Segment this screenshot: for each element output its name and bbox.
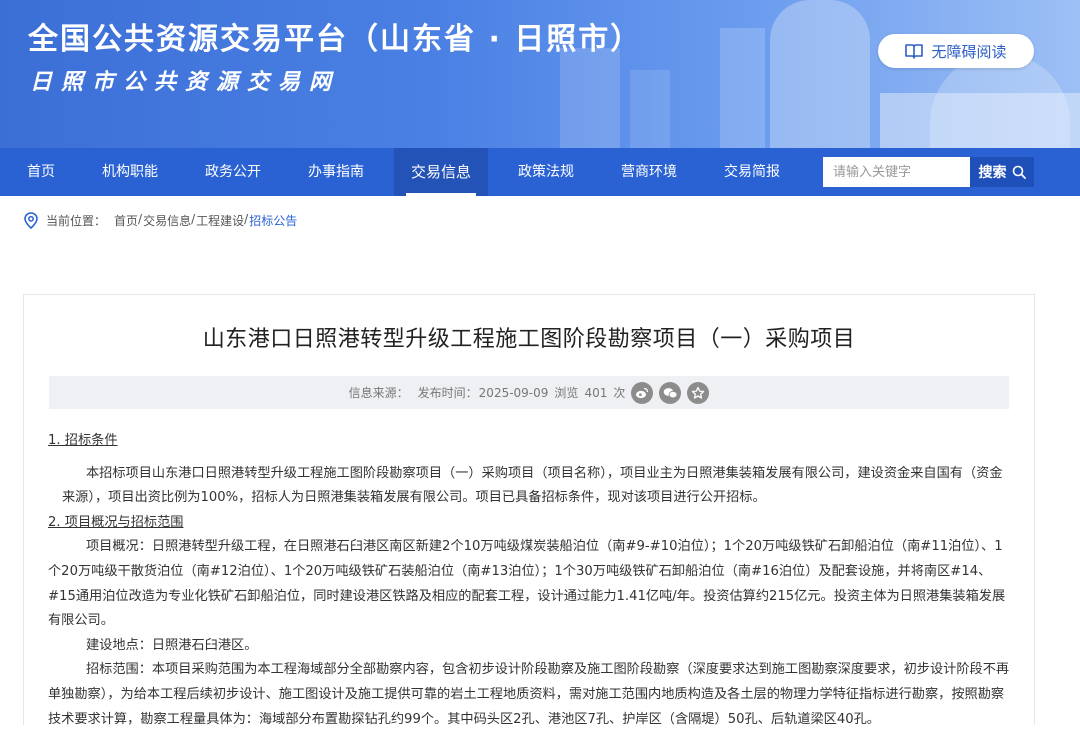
nav-item[interactable]: 首页 (10, 148, 72, 196)
views-label: 浏览 (554, 386, 579, 400)
publish-date: 2025-09-09 (478, 385, 549, 400)
paragraph: 本招标项目山东港口日照港转型升级工程施工图阶段勘察项目（一）采购项目（项目名称）… (62, 465, 1003, 506)
nav-item[interactable]: 机构职能 (85, 148, 175, 196)
article-meta: 信息来源： 发布时间： 2025-09-09 浏览 401 次 (49, 376, 1009, 409)
source-label: 信息来源： (348, 386, 409, 400)
breadcrumb-separator: / (138, 212, 143, 226)
banner-building (770, 0, 870, 148)
search-button-label: 搜索 (978, 165, 1007, 181)
site-title: 全国公共资源交易平台（山东省 · 日照市） (28, 22, 643, 57)
section-heading: 1. 招标条件 (48, 433, 118, 448)
search-input[interactable] (823, 157, 970, 187)
search-button[interactable]: 搜索 (970, 157, 1034, 187)
section-heading: 2. 项目概况与招标范围 (48, 514, 184, 530)
breadcrumb-prefix: 当前位置： (46, 214, 107, 228)
banner-building (630, 70, 670, 148)
breadcrumb-item[interactable]: 工程建设 (196, 212, 244, 229)
accessibility-label: 无障碍阅读 (931, 42, 1007, 61)
favorite-icon[interactable] (687, 381, 710, 404)
article-body: 1. 招标条件 本招标项目山东港口日照港转型升级工程施工图阶段勘察项目（一）采购… (48, 429, 1013, 732)
breadcrumb-current[interactable]: 招标公告 (249, 212, 297, 229)
header-banner: 全国公共资源交易平台（山东省 · 日照市） 日照市公共资源交易网 无障碍阅读 (0, 0, 1080, 148)
article-card: 山东港口日照港转型升级工程施工图阶段勘察项目（一）采购项目 信息来源： 发布时间… (23, 294, 1035, 727)
site-subtitle: 日照市公共资源交易网 (30, 70, 341, 95)
banner-building (720, 28, 765, 148)
search-icon (1012, 165, 1026, 179)
accessibility-reading-button[interactable]: 无障碍阅读 (878, 34, 1034, 68)
article-title: 山东港口日照港转型升级工程施工图阶段勘察项目（一）采购项目 (202, 327, 856, 352)
views-count: 401 (584, 385, 608, 400)
wechat-icon[interactable] (659, 381, 682, 404)
breadcrumb: 当前位置： 首页 / 交易信息 / 工程建设 / 招标公告 (24, 212, 297, 229)
location-pin-icon (24, 212, 38, 229)
main-nav: 首页机构职能政务公开办事指南交易信息政策法规营商环境交易简报 搜索 (0, 148, 1080, 196)
breadcrumb-separator: / (191, 212, 196, 226)
nav-item[interactable]: 营商环境 (604, 148, 694, 196)
breadcrumb-item[interactable]: 首页 (114, 212, 138, 229)
nav-item[interactable]: 政策法规 (501, 148, 591, 196)
book-icon (905, 43, 924, 59)
paragraph: 项目概况：日照港转型升级工程，在日照港石臼港区南区新建2个10万吨级煤炭装船泊位… (48, 539, 1006, 629)
views-unit: 次 (613, 386, 626, 400)
banner-building (880, 93, 1080, 148)
nav-item[interactable]: 交易简报 (707, 148, 797, 196)
nav-item[interactable]: 交易信息 (394, 148, 489, 196)
date-label: 发布时间： (417, 386, 478, 400)
paragraph: 招标范围：本项目采购范围为本工程海域部分全部勘察内容，包含初步设计阶段勘察及施工… (48, 662, 1010, 727)
nav-item[interactable]: 政务公开 (188, 148, 278, 196)
breadcrumb-separator: / (244, 212, 249, 226)
nav-item[interactable]: 办事指南 (291, 148, 381, 196)
breadcrumb-item[interactable]: 交易信息 (143, 212, 191, 229)
search-box: 搜索 (823, 157, 1034, 187)
paragraph: 建设地点：日照港石臼港区。 (86, 637, 258, 653)
weibo-icon[interactable] (631, 381, 654, 404)
banner-building (560, 48, 620, 148)
nav-items: 首页 机构职能 政务公开 办事指南 交易信息 政策法规 营商环境 交易简报 (10, 148, 810, 196)
